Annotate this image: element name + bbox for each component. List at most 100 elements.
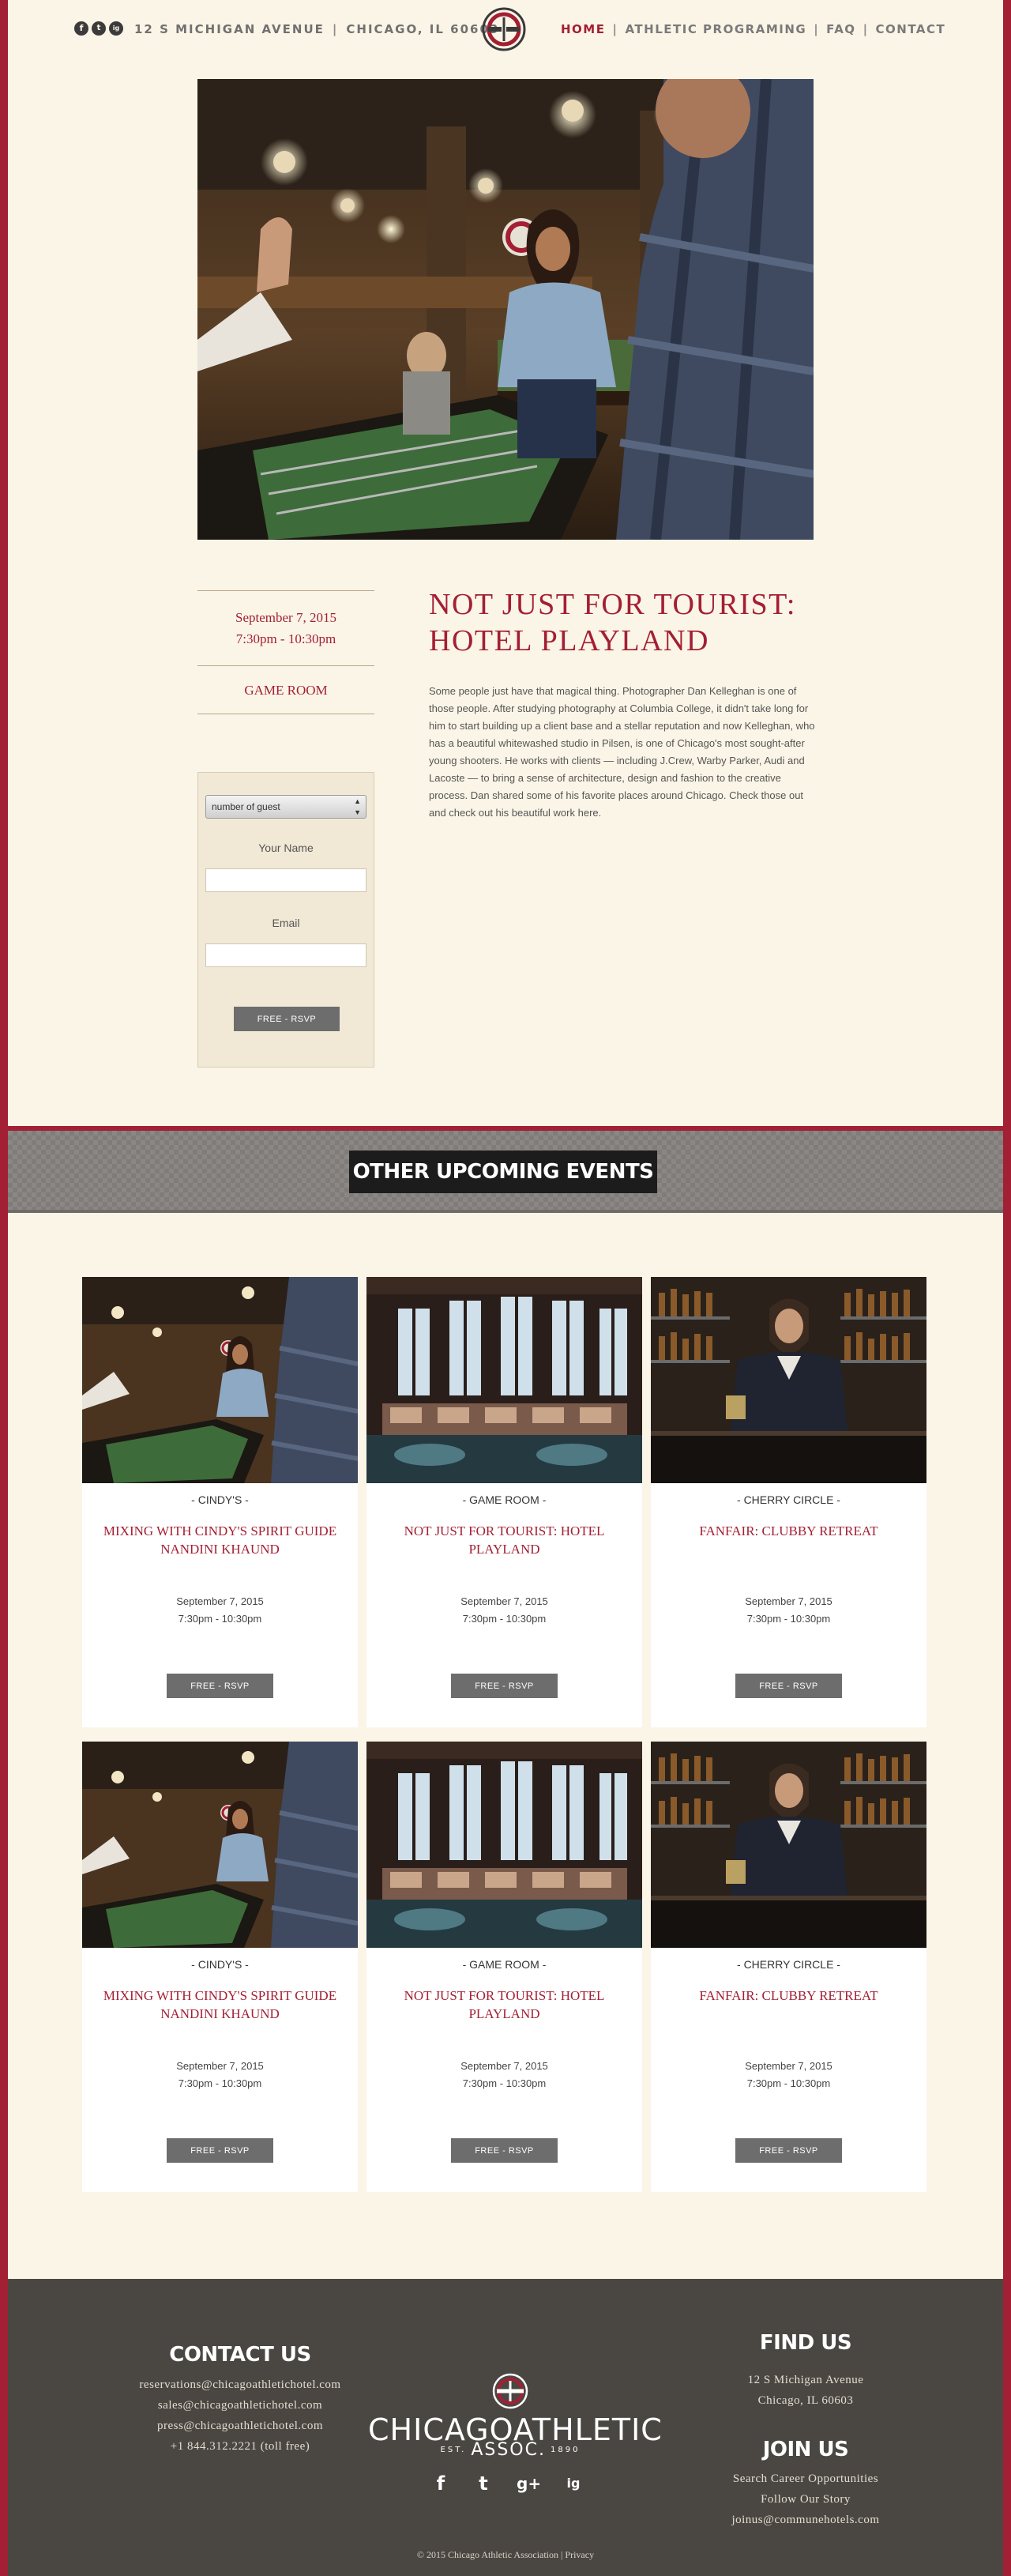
event-card-title[interactable]: Mixing with Cindy's spirit guide Nandini… — [98, 1987, 342, 2023]
divider: | — [863, 22, 869, 36]
event-card-image[interactable] — [82, 1742, 358, 1948]
divider: | — [612, 22, 618, 36]
event-card-time: 7:30pm - 10:30pm — [746, 1613, 831, 1625]
site-header: f t ig 12 S Michigan Avenue | Chicago, IL … — [8, 0, 1003, 58]
event-card-title[interactable]: Fanfair: clubby retreat — [667, 1522, 911, 1540]
event-card-rsvp-button[interactable]: Free - RSVP — [735, 2138, 842, 2163]
event-title: Not just for tourist: hotel playland — [429, 586, 824, 659]
event-card-rsvp-button[interactable]: Free - RSVP — [167, 2138, 273, 2163]
join-email-link[interactable]: joinus@communehotels.com — [671, 2510, 940, 2530]
event-card-title[interactable]: Not just for tourist: hotel playland — [382, 1987, 626, 2023]
event-card-title[interactable]: Not just for tourist: hotel playland — [382, 1522, 626, 1558]
join-list: Search Career Opportunities Follow Our S… — [671, 2469, 940, 2530]
header-social-links: f t ig — [74, 21, 123, 36]
event-card-date: September 7, 2015 — [176, 2060, 264, 2072]
join-heading: Join Us — [762, 2438, 849, 2461]
google-plus-icon[interactable]: g+ — [517, 2472, 541, 2495]
event-card-datetime: September 7, 2015 7:30pm - 10:30pm — [366, 1593, 642, 1628]
event-card-venue: - Game Room - — [462, 1958, 547, 1971]
divider: | — [332, 22, 339, 36]
event-card-time: 7:30pm - 10:30pm — [178, 1613, 262, 1625]
event-card-time: 7:30pm - 10:30pm — [178, 2077, 262, 2089]
find-list: 12 S Michigan Avenue Chicago, IL 60603 — [671, 2370, 940, 2411]
event-card: - Cherry Circle - Fanfair: clubby retreat… — [651, 1277, 926, 1727]
event-card-rsvp-button[interactable]: Free - RSVP — [451, 1674, 558, 1698]
event-description: Some people just have that magical thing… — [429, 685, 815, 819]
event-card: - Cindy's - Mixing with Cindy's spirit gu… — [82, 1277, 358, 1727]
contact-heading: Contact Us — [169, 2343, 311, 2367]
guest-count-select[interactable]: number of guest ▲ ▼ — [205, 795, 366, 819]
event-card-time: 7:30pm - 10:30pm — [462, 2077, 547, 2089]
main-nav: Home | Athletic Programing | FAQ | Conta… — [561, 22, 945, 36]
nav-athletic-programing[interactable]: Athletic Programing — [625, 22, 806, 36]
event-card-time: 7:30pm - 10:30pm — [462, 1613, 547, 1625]
facebook-icon[interactable]: f — [74, 21, 88, 36]
event-card-rsvp-button[interactable]: Free - RSVP — [451, 2138, 558, 2163]
event-card: - Cherry Circle - Fanfair: clubby retreat… — [651, 1742, 926, 2192]
page: f t ig 12 S Michigan Avenue | Chicago, IL … — [8, 0, 1003, 2576]
brand-year: 1890 — [550, 2446, 581, 2454]
find-street: 12 S Michigan Avenue — [747, 2374, 864, 2386]
header-city: Chicago, IL 60603 — [346, 22, 500, 36]
contact-list: reservations@chicagoathletichotel.com sa… — [74, 2375, 406, 2457]
event-card-venue: - Cindy's - — [191, 1493, 249, 1506]
event-card-rsvp-button[interactable]: Free - RSVP — [735, 1674, 842, 1698]
event-card: - Game Room - Not just for tourist: hotel… — [366, 1277, 642, 1727]
contact-email-sales[interactable]: sales@chicagoathletichotel.com — [74, 2395, 406, 2416]
event-card-datetime: September 7, 2015 7:30pm - 10:30pm — [366, 2058, 642, 2092]
find-heading: Find Us — [759, 2331, 852, 2355]
instagram-icon[interactable]: ig — [109, 21, 123, 36]
event-card-time: 7:30pm - 10:30pm — [746, 2077, 831, 2089]
rsvp-button[interactable]: Free - RSVP — [234, 1007, 340, 1031]
event-card-image[interactable] — [82, 1277, 358, 1483]
contact-email-reservations[interactable]: reservations@chicagoathletichotel.com — [74, 2375, 406, 2395]
event-card-image[interactable] — [366, 1742, 642, 1948]
contact-phone[interactable]: +1 844.312.2221 (toll free) — [74, 2436, 406, 2457]
twitter-icon[interactable]: t — [474, 2472, 493, 2495]
nav-contact[interactable]: Contact — [876, 22, 946, 36]
email-label: Email — [272, 917, 300, 929]
event-card-image[interactable] — [651, 1277, 926, 1483]
nav-home[interactable]: Home — [561, 22, 605, 36]
event-card-datetime: September 7, 2015 7:30pm - 10:30pm — [82, 2058, 358, 2092]
facebook-icon[interactable]: f — [431, 2472, 450, 2495]
event-card-datetime: September 7, 2015 7:30pm - 10:30pm — [651, 2058, 926, 2092]
brand-est: Est. — [440, 2446, 467, 2454]
event-room: Game Room — [244, 683, 328, 698]
header-address: 12 S Michigan Avenue | Chicago, IL 60603 — [134, 22, 499, 36]
rsvp-form: number of guest ▲ ▼ Your Name Email Free … — [197, 772, 374, 1068]
brand-assoc: Assoc. — [471, 2440, 546, 2460]
event-title-line-1: Not just for tourist: — [429, 588, 796, 621]
event-card: - Cindy's - Mixing with Cindy's spirit gu… — [82, 1742, 358, 2192]
name-input[interactable] — [205, 868, 366, 892]
instagram-icon[interactable]: ig — [564, 2472, 583, 2495]
nav-faq[interactable]: FAQ — [826, 22, 855, 36]
join-story-link[interactable]: Follow Our Story — [671, 2489, 940, 2510]
event-card-image[interactable] — [366, 1277, 642, 1483]
event-card-date: September 7, 2015 — [460, 1595, 548, 1607]
event-card-venue: - Cherry Circle - — [737, 1958, 840, 1971]
event-card-venue: - Game Room - — [462, 1493, 547, 1506]
join-careers-link[interactable]: Search Career Opportunities — [671, 2469, 940, 2489]
name-label: Your Name — [258, 842, 314, 854]
guest-count-value: number of guest — [212, 801, 280, 812]
email-input[interactable] — [205, 943, 366, 967]
event-card-rsvp-button[interactable]: Free - RSVP — [167, 1674, 273, 1698]
event-card: - Game Room - Not just for tourist: hotel… — [366, 1742, 642, 2192]
event-card-datetime: September 7, 2015 7:30pm - 10:30pm — [651, 1593, 926, 1628]
footer-logo-icon — [492, 2373, 528, 2409]
twitter-icon[interactable]: t — [92, 21, 106, 36]
logo-icon[interactable] — [481, 6, 527, 52]
event-card-date: September 7, 2015 — [745, 1595, 832, 1607]
event-card-title[interactable]: Mixing with Cindy's spirit guide Nandini… — [98, 1522, 342, 1558]
event-card-title[interactable]: Fanfair: clubby retreat — [667, 1987, 911, 2005]
select-arrows-icon: ▲ ▼ — [354, 797, 361, 816]
event-datetime: September 7, 2015 7:30pm - 10:30pm — [197, 591, 374, 665]
event-card-datetime: September 7, 2015 7:30pm - 10:30pm — [82, 1593, 358, 1628]
event-card-image[interactable] — [651, 1742, 926, 1948]
event-card-date: September 7, 2015 — [745, 2060, 832, 2072]
contact-email-press[interactable]: press@chicagoathletichotel.com — [74, 2416, 406, 2436]
hero-photo — [197, 79, 814, 540]
event-card-venue: - Cherry Circle - — [737, 1493, 840, 1506]
find-city: Chicago, IL 60603 — [757, 2394, 854, 2407]
